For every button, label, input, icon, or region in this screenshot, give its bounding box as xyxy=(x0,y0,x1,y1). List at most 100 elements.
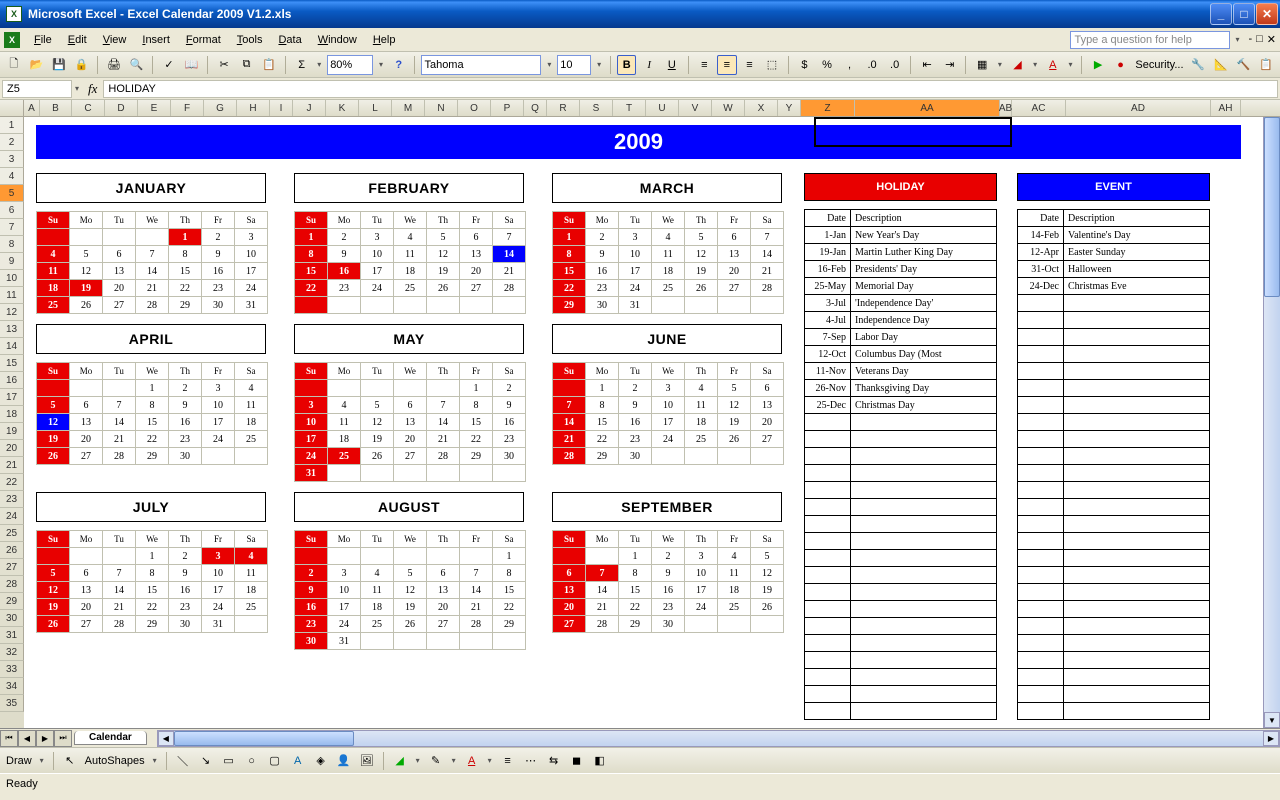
day-cell[interactable]: 12 xyxy=(37,582,70,599)
menu-insert[interactable]: Insert xyxy=(134,32,178,48)
side-desc-cell[interactable] xyxy=(851,669,997,686)
day-cell[interactable]: 25 xyxy=(235,431,268,448)
side-desc-cell[interactable] xyxy=(851,482,997,499)
row-header[interactable]: 20 xyxy=(0,440,24,457)
column-header[interactable]: AD xyxy=(1066,100,1211,116)
day-cell[interactable]: 25 xyxy=(718,599,751,616)
column-header[interactable]: D xyxy=(105,100,138,116)
font-size-dropdown-icon[interactable]: ▾ xyxy=(594,60,604,69)
day-cell[interactable]: 1 xyxy=(295,229,328,246)
day-cell[interactable]: 24 xyxy=(235,280,268,297)
row-header[interactable]: 33 xyxy=(0,661,24,678)
day-cell[interactable]: 6 xyxy=(394,397,427,414)
side-desc-cell[interactable]: Christmas Day xyxy=(851,397,997,414)
day-cell[interactable]: 4 xyxy=(235,548,268,565)
day-cell[interactable]: 15 xyxy=(586,414,619,431)
side-date-cell[interactable] xyxy=(1018,703,1064,720)
side-date-cell[interactable] xyxy=(1018,465,1064,482)
day-cell[interactable]: 4 xyxy=(235,380,268,397)
side-date-cell[interactable] xyxy=(805,567,851,584)
copy-icon[interactable]: ⧉ xyxy=(237,55,257,75)
day-cell[interactable]: 25 xyxy=(235,599,268,616)
side-date-cell[interactable]: 11-Nov xyxy=(805,363,851,380)
row-header[interactable]: 5 xyxy=(0,185,24,202)
day-cell[interactable]: 26 xyxy=(37,448,70,465)
day-cell[interactable]: 10 xyxy=(202,397,235,414)
day-cell[interactable]: 20 xyxy=(103,280,136,297)
day-cell[interactable]: 9 xyxy=(619,397,652,414)
day-cell[interactable]: 6 xyxy=(718,229,751,246)
day-cell[interactable]: 23 xyxy=(169,599,202,616)
day-cell[interactable]: 29 xyxy=(619,616,652,633)
side-desc-cell[interactable] xyxy=(851,601,997,618)
side-desc-cell[interactable]: 'Independence Day' xyxy=(851,295,997,312)
side-date-cell[interactable] xyxy=(805,669,851,686)
day-cell[interactable]: 7 xyxy=(751,229,784,246)
day-cell[interactable]: 9 xyxy=(328,246,361,263)
day-cell[interactable]: 23 xyxy=(295,616,328,633)
column-header[interactable]: A xyxy=(24,100,40,116)
day-cell[interactable] xyxy=(718,297,751,314)
textbox-icon[interactable]: ▢ xyxy=(265,751,285,771)
day-cell[interactable]: 25 xyxy=(328,448,361,465)
side-desc-cell[interactable] xyxy=(1064,397,1210,414)
day-cell[interactable] xyxy=(70,548,103,565)
comma-icon[interactable]: , xyxy=(840,55,860,75)
day-cell[interactable]: 2 xyxy=(586,229,619,246)
day-cell[interactable]: 1 xyxy=(553,229,586,246)
autoshapes-menu[interactable]: AutoShapes xyxy=(83,755,147,767)
day-cell[interactable] xyxy=(427,548,460,565)
menu-format[interactable]: Format xyxy=(178,32,229,48)
day-cell[interactable]: 16 xyxy=(586,263,619,280)
fx-icon[interactable]: fx xyxy=(88,81,97,97)
day-cell[interactable]: 15 xyxy=(493,582,526,599)
day-cell[interactable] xyxy=(328,465,361,482)
day-cell[interactable]: 12 xyxy=(427,246,460,263)
rectangle-icon[interactable]: ▭ xyxy=(219,751,239,771)
row-header[interactable]: 14 xyxy=(0,338,24,355)
row-header[interactable]: 24 xyxy=(0,508,24,525)
arrow-style-icon[interactable]: ⇆ xyxy=(544,751,564,771)
day-cell[interactable]: 24 xyxy=(202,599,235,616)
day-cell[interactable]: 4 xyxy=(328,397,361,414)
day-cell[interactable]: 11 xyxy=(235,565,268,582)
side-desc-cell[interactable] xyxy=(851,448,997,465)
day-cell[interactable]: 23 xyxy=(328,280,361,297)
row-header[interactable]: 9 xyxy=(0,253,24,270)
day-cell[interactable]: 22 xyxy=(136,431,169,448)
day-cell[interactable]: 5 xyxy=(37,565,70,582)
day-cell[interactable]: 29 xyxy=(460,448,493,465)
tab-next-icon[interactable]: ▶ xyxy=(36,730,54,747)
day-cell[interactable]: 31 xyxy=(619,297,652,314)
day-cell[interactable]: 27 xyxy=(718,280,751,297)
day-cell[interactable]: 22 xyxy=(460,431,493,448)
day-cell[interactable]: 26 xyxy=(685,280,718,297)
paste-icon[interactable]: 📋 xyxy=(259,55,279,75)
side-desc-cell[interactable] xyxy=(851,635,997,652)
row-header[interactable]: 1 xyxy=(0,117,24,134)
day-cell[interactable]: 13 xyxy=(460,246,493,263)
side-date-cell[interactable]: 12-Oct xyxy=(805,346,851,363)
day-cell[interactable] xyxy=(718,448,751,465)
day-cell[interactable]: 14 xyxy=(493,246,526,263)
wordart-icon[interactable]: A xyxy=(288,751,308,771)
doc-icon[interactable]: X xyxy=(4,32,20,48)
day-cell[interactable] xyxy=(685,448,718,465)
permission-icon[interactable]: 🔒 xyxy=(72,55,92,75)
day-cell[interactable]: 11 xyxy=(328,414,361,431)
day-cell[interactable]: 10 xyxy=(685,565,718,582)
day-cell[interactable]: 12 xyxy=(718,397,751,414)
column-header[interactable]: Q xyxy=(524,100,547,116)
day-cell[interactable]: 3 xyxy=(202,548,235,565)
column-header[interactable]: P xyxy=(491,100,524,116)
side-desc-cell[interactable]: Christmas Eve xyxy=(1064,278,1210,295)
side-date-cell[interactable]: 19-Jan xyxy=(805,244,851,261)
day-cell[interactable]: 31 xyxy=(295,465,328,482)
side-date-cell[interactable]: 4-Jul xyxy=(805,312,851,329)
day-cell[interactable]: 27 xyxy=(460,280,493,297)
column-header[interactable]: R xyxy=(547,100,580,116)
day-cell[interactable]: 19 xyxy=(751,582,784,599)
side-date-cell[interactable] xyxy=(1018,482,1064,499)
side-date-cell[interactable]: 25-May xyxy=(805,278,851,295)
day-cell[interactable]: 23 xyxy=(586,280,619,297)
